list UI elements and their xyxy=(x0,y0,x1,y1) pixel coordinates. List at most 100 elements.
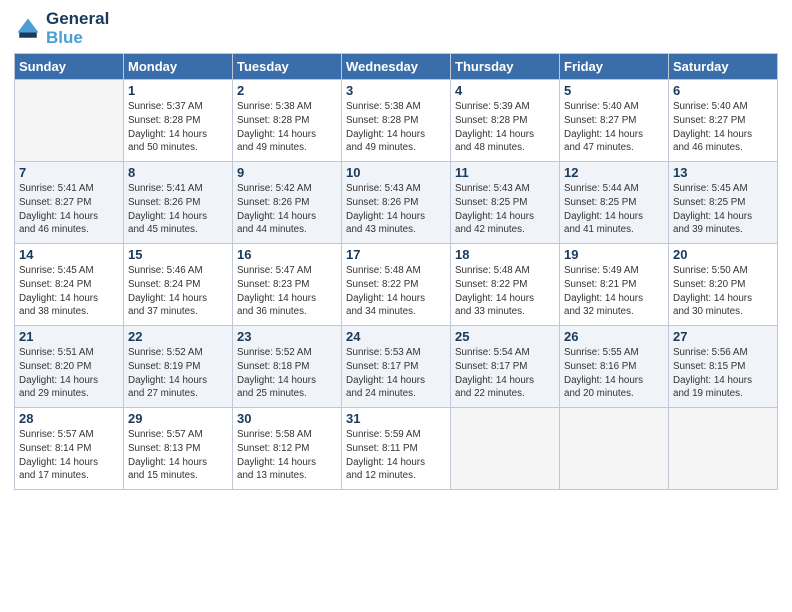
day-info: Sunrise: 5:38 AM Sunset: 8:28 PM Dayligh… xyxy=(346,100,446,155)
calendar-day: 17Sunrise: 5:48 AM Sunset: 8:22 PM Dayli… xyxy=(342,244,451,326)
day-info: Sunrise: 5:38 AM Sunset: 8:28 PM Dayligh… xyxy=(237,100,337,155)
calendar-header-thursday: Thursday xyxy=(451,54,560,80)
day-number: 21 xyxy=(19,329,119,344)
day-info: Sunrise: 5:52 AM Sunset: 8:19 PM Dayligh… xyxy=(128,346,228,401)
day-info: Sunrise: 5:43 AM Sunset: 8:25 PM Dayligh… xyxy=(455,182,555,237)
day-number: 10 xyxy=(346,165,446,180)
day-number: 19 xyxy=(564,247,664,262)
day-number: 15 xyxy=(128,247,228,262)
day-info: Sunrise: 5:47 AM Sunset: 8:23 PM Dayligh… xyxy=(237,264,337,319)
day-info: Sunrise: 5:46 AM Sunset: 8:24 PM Dayligh… xyxy=(128,264,228,319)
day-number: 29 xyxy=(128,411,228,426)
calendar-day: 29 Sunrise: 5:57 AM Sunset: 8:13 PM Dayli… xyxy=(124,408,233,490)
day-number: 20 xyxy=(673,247,773,262)
day-number: 1 xyxy=(128,83,228,98)
calendar-week-2: 7Sunrise: 5:41 AM Sunset: 8:27 PM Daylig… xyxy=(15,162,778,244)
calendar-week-3: 14Sunrise: 5:45 AM Sunset: 8:24 PM Dayli… xyxy=(15,244,778,326)
day-info: Sunrise: 5:39 AM Sunset: 8:28 PM Dayligh… xyxy=(455,100,555,155)
calendar-day: 28 Sunrise: 5:57 AM Sunset: 8:14 PM Dayli… xyxy=(15,408,124,490)
calendar-day: 12 Sunrise: 5:44 AM Sunset: 8:25 PM Dayli… xyxy=(560,162,669,244)
header-row: General Blue xyxy=(14,10,778,47)
calendar-day: 2 Sunrise: 5:38 AM Sunset: 8:28 PM Daylig… xyxy=(233,80,342,162)
day-number: 23 xyxy=(237,329,337,344)
day-info: Sunrise: 5:57 AM Sunset: 8:14 PM Dayligh… xyxy=(19,428,119,483)
day-info: Sunrise: 5:45 AM Sunset: 8:25 PM Dayligh… xyxy=(673,182,773,237)
calendar-day: 23 Sunrise: 5:52 AM Sunset: 8:18 PM Dayli… xyxy=(233,326,342,408)
calendar-day: 13 Sunrise: 5:45 AM Sunset: 8:25 PM Dayli… xyxy=(669,162,778,244)
calendar-day: 16 Sunrise: 5:47 AM Sunset: 8:23 PM Dayli… xyxy=(233,244,342,326)
calendar-header-monday: Monday xyxy=(124,54,233,80)
day-number: 6 xyxy=(673,83,773,98)
calendar-header-saturday: Saturday xyxy=(669,54,778,80)
day-info: Sunrise: 5:56 AM Sunset: 8:15 PM Dayligh… xyxy=(673,346,773,401)
calendar-week-4: 21 Sunrise: 5:51 AM Sunset: 8:20 PM Dayli… xyxy=(15,326,778,408)
day-info: Sunrise: 5:54 AM Sunset: 8:17 PM Dayligh… xyxy=(455,346,555,401)
calendar-day: 10 Sunrise: 5:43 AM Sunset: 8:26 PM Dayli… xyxy=(342,162,451,244)
calendar-day: 1 Sunrise: 5:37 AM Sunset: 8:28 PM Daylig… xyxy=(124,80,233,162)
day-info: Sunrise: 5:41 AM Sunset: 8:26 PM Dayligh… xyxy=(128,182,228,237)
day-number: 30 xyxy=(237,411,337,426)
day-number: 4 xyxy=(455,83,555,98)
logo-text: General Blue xyxy=(46,10,109,47)
day-info: Sunrise: 5:48 AM Sunset: 8:22 PM Dayligh… xyxy=(346,264,446,319)
calendar-day: 31 Sunrise: 5:59 AM Sunset: 8:11 PM Dayli… xyxy=(342,408,451,490)
day-number: 22 xyxy=(128,329,228,344)
calendar-header-sunday: Sunday xyxy=(15,54,124,80)
calendar-day: 14Sunrise: 5:45 AM Sunset: 8:24 PM Dayli… xyxy=(15,244,124,326)
logo-icon xyxy=(14,15,42,43)
calendar: SundayMondayTuesdayWednesdayThursdayFrid… xyxy=(14,53,778,490)
calendar-day: 30 Sunrise: 5:58 AM Sunset: 8:12 PM Dayli… xyxy=(233,408,342,490)
calendar-day: 26Sunrise: 5:55 AM Sunset: 8:16 PM Dayli… xyxy=(560,326,669,408)
day-number: 16 xyxy=(237,247,337,262)
day-number: 12 xyxy=(564,165,664,180)
day-info: Sunrise: 5:58 AM Sunset: 8:12 PM Dayligh… xyxy=(237,428,337,483)
day-info: Sunrise: 5:53 AM Sunset: 8:17 PM Dayligh… xyxy=(346,346,446,401)
day-number: 13 xyxy=(673,165,773,180)
day-number: 31 xyxy=(346,411,446,426)
day-number: 5 xyxy=(564,83,664,98)
calendar-day: 8 Sunrise: 5:41 AM Sunset: 8:26 PM Daylig… xyxy=(124,162,233,244)
day-number: 3 xyxy=(346,83,446,98)
calendar-day: 27 Sunrise: 5:56 AM Sunset: 8:15 PM Dayli… xyxy=(669,326,778,408)
day-info: Sunrise: 5:40 AM Sunset: 8:27 PM Dayligh… xyxy=(673,100,773,155)
calendar-day: 7Sunrise: 5:41 AM Sunset: 8:27 PM Daylig… xyxy=(15,162,124,244)
day-info: Sunrise: 5:59 AM Sunset: 8:11 PM Dayligh… xyxy=(346,428,446,483)
calendar-week-1: 1 Sunrise: 5:37 AM Sunset: 8:28 PM Daylig… xyxy=(15,80,778,162)
calendar-header-tuesday: Tuesday xyxy=(233,54,342,80)
calendar-day: 20 Sunrise: 5:50 AM Sunset: 8:20 PM Dayli… xyxy=(669,244,778,326)
day-info: Sunrise: 5:37 AM Sunset: 8:28 PM Dayligh… xyxy=(128,100,228,155)
calendar-day: 6 Sunrise: 5:40 AM Sunset: 8:27 PM Daylig… xyxy=(669,80,778,162)
day-number: 28 xyxy=(19,411,119,426)
calendar-day: 15 Sunrise: 5:46 AM Sunset: 8:24 PM Dayli… xyxy=(124,244,233,326)
day-info: Sunrise: 5:44 AM Sunset: 8:25 PM Dayligh… xyxy=(564,182,664,237)
day-number: 2 xyxy=(237,83,337,98)
day-info: Sunrise: 5:57 AM Sunset: 8:13 PM Dayligh… xyxy=(128,428,228,483)
day-number: 18 xyxy=(455,247,555,262)
calendar-day: 4 Sunrise: 5:39 AM Sunset: 8:28 PM Daylig… xyxy=(451,80,560,162)
day-number: 8 xyxy=(128,165,228,180)
calendar-day: 24 Sunrise: 5:53 AM Sunset: 8:17 PM Dayli… xyxy=(342,326,451,408)
calendar-day: 19 Sunrise: 5:49 AM Sunset: 8:21 PM Dayli… xyxy=(560,244,669,326)
calendar-day: 22 Sunrise: 5:52 AM Sunset: 8:19 PM Dayli… xyxy=(124,326,233,408)
day-info: Sunrise: 5:52 AM Sunset: 8:18 PM Dayligh… xyxy=(237,346,337,401)
day-number: 27 xyxy=(673,329,773,344)
calendar-day: 3 Sunrise: 5:38 AM Sunset: 8:28 PM Daylig… xyxy=(342,80,451,162)
calendar-header-friday: Friday xyxy=(560,54,669,80)
day-number: 26 xyxy=(564,329,664,344)
day-info: Sunrise: 5:51 AM Sunset: 8:20 PM Dayligh… xyxy=(19,346,119,401)
day-info: Sunrise: 5:43 AM Sunset: 8:26 PM Dayligh… xyxy=(346,182,446,237)
day-info: Sunrise: 5:41 AM Sunset: 8:27 PM Dayligh… xyxy=(19,182,119,237)
calendar-day xyxy=(669,408,778,490)
day-number: 11 xyxy=(455,165,555,180)
calendar-week-5: 28 Sunrise: 5:57 AM Sunset: 8:14 PM Dayli… xyxy=(15,408,778,490)
day-info: Sunrise: 5:42 AM Sunset: 8:26 PM Dayligh… xyxy=(237,182,337,237)
page-container: General Blue SundayMondayTuesdayWednesda… xyxy=(0,0,792,498)
calendar-day: 5Sunrise: 5:40 AM Sunset: 8:27 PM Daylig… xyxy=(560,80,669,162)
calendar-day: 21 Sunrise: 5:51 AM Sunset: 8:20 PM Dayli… xyxy=(15,326,124,408)
day-info: Sunrise: 5:49 AM Sunset: 8:21 PM Dayligh… xyxy=(564,264,664,319)
day-number: 24 xyxy=(346,329,446,344)
calendar-day xyxy=(15,80,124,162)
day-info: Sunrise: 5:50 AM Sunset: 8:20 PM Dayligh… xyxy=(673,264,773,319)
calendar-day: 11 Sunrise: 5:43 AM Sunset: 8:25 PM Dayli… xyxy=(451,162,560,244)
calendar-header-row: SundayMondayTuesdayWednesdayThursdayFrid… xyxy=(15,54,778,80)
